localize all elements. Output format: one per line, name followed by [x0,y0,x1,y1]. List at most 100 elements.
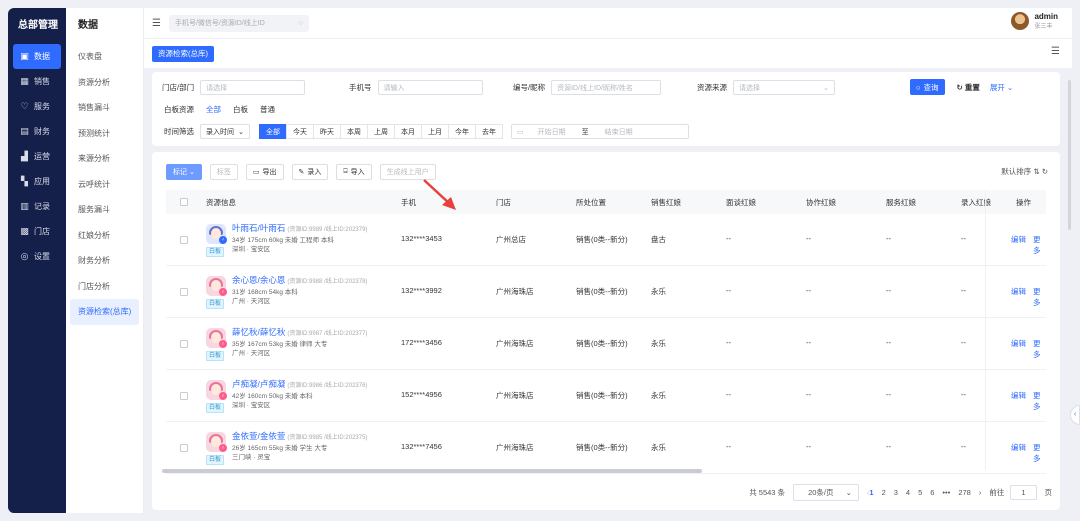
page-ellipsis[interactable]: ••• [942,488,950,497]
nav-item-2[interactable]: ♡ 服务 [13,94,61,119]
next-page-icon[interactable]: › [979,488,982,497]
submenu-item-4[interactable]: 来源分析 [66,146,143,172]
table-row[interactable]: ♂ 白板 叶雨石/叶雨石 (资源ID:9989 /线上ID:202379) 34岁 17… [166,214,1046,266]
page-number[interactable]: 6 [930,488,934,497]
nav-item-0[interactable]: ▣ 数据 [13,44,61,69]
submenu-item-6[interactable]: 服务漏斗 [66,197,143,223]
more-link[interactable]: 更多 [1033,234,1046,256]
page-number[interactable]: 278 [958,488,971,497]
nav-item-7[interactable]: ▩ 门店 [13,219,61,244]
profile-name-link[interactable]: 叶雨石/叶雨石 (资源ID:9989 /线上ID:202379) [232,222,367,234]
nav-item-3[interactable]: ▤ 财务 [13,119,61,144]
row-checkbox[interactable] [180,392,188,400]
row-checkbox[interactable] [180,444,188,452]
edit-link[interactable]: 编辑 [1011,338,1026,349]
time-range-option-7[interactable]: 今年 [448,124,476,139]
time-range-option-1[interactable]: 今天 [286,124,314,139]
user-menu[interactable]: admin 张三丰 [1011,12,1058,30]
board-option-all[interactable]: 全部 [200,104,227,115]
reset-button[interactable]: ↻ 重置 [951,79,986,95]
time-range-option-6[interactable]: 上月 [421,124,449,139]
row-checkbox[interactable] [180,288,188,296]
page-number[interactable]: 4 [906,488,910,497]
tag-button[interactable]: 标签 [209,164,238,180]
source-select[interactable]: 请选择 ⌄ [733,80,835,95]
row-checkbox[interactable] [180,340,188,348]
search-icon[interactable]: ○ [299,20,303,27]
nav-item-5[interactable]: ▚ 应用 [13,169,61,194]
submenu-item-1[interactable]: 资源分析 [66,70,143,96]
time-range-option-5[interactable]: 本月 [394,124,422,139]
profile-name-link[interactable]: 卢痴凝/卢痴凝 (资源ID:9986 /线上ID:202376) [232,378,367,390]
menu-toggle-icon[interactable]: ☰ [152,18,161,29]
time-range-option-8[interactable]: 去年 [475,124,503,139]
code-field[interactable]: 资源ID/线上ID/昵称/姓名 [551,80,662,95]
avatar[interactable] [1011,12,1030,30]
sort-control[interactable]: 默认排序 ⇅ ↻ [1001,166,1048,177]
page-size-select[interactable]: 20条/页 ⌄ [793,484,859,501]
goto-label: 前往 [989,488,1005,497]
row-checkbox[interactable] [180,236,188,244]
vertical-scrollbar[interactable] [1068,80,1071,230]
more-link[interactable]: 更多 [1033,338,1046,360]
export-button[interactable]: ▭ 导出 [245,164,284,180]
edit-link[interactable]: 编辑 [1011,286,1026,297]
page-number[interactable]: 5 [918,488,922,497]
submenu-item-10[interactable]: 资源检索(总库) [70,299,139,325]
select-all-checkbox[interactable] [180,198,188,206]
time-type-select[interactable]: 录入时间 ⌄ [200,124,250,139]
time-range-option-4[interactable]: 上周 [367,124,395,139]
submenu-item-8[interactable]: 财务分析 [66,248,143,274]
edit-icon: ✎ [298,169,305,176]
nav-item-6[interactable]: ▥ 记录 [13,194,61,219]
nav-item-4[interactable]: ▟ 运营 [13,144,61,169]
edit-link[interactable]: 编辑 [1011,390,1026,401]
edit-link[interactable]: 编辑 [1011,442,1026,453]
nav-item-8[interactable]: ◎ 设置 [13,244,61,269]
time-range-option-3[interactable]: 本周 [340,124,368,139]
phone-field[interactable]: 请输入 [377,80,483,95]
mark-button[interactable]: 标记 ⌄ [166,164,202,180]
submenu-item-5[interactable]: 云呼统计 [66,172,143,198]
edit-link[interactable]: 编辑 [1011,234,1026,245]
store-select[interactable]: 请选择 [200,80,306,95]
table-row[interactable]: ♀ 白板 金依萱/金依萱 (资源ID:9985 /线上ID:202375) 26岁 16… [166,422,1046,474]
generate-label: 生成线上用户 [386,169,429,176]
submenu-item-0[interactable]: 仪表盘 [66,44,143,70]
submenu-item-2[interactable]: 销售漏斗 [66,95,143,121]
submenu-item-3[interactable]: 预测统计 [66,121,143,147]
more-link[interactable]: 更多 [1033,390,1046,412]
cell-service: -- [886,338,891,347]
more-link[interactable]: 更多 [1033,442,1046,464]
board-option-normal[interactable]: 普通 [254,104,281,115]
side-collapse-handle[interactable]: ‹ [1070,405,1080,425]
time-range-option-2[interactable]: 昨天 [313,124,341,139]
page-number[interactable]: 2 [882,488,886,497]
more-link[interactable]: 更多 [1033,286,1046,308]
page-number[interactable]: 1 [869,488,873,497]
date-range-picker[interactable]: ▭ 开始日期 至 结束日期 [511,124,689,139]
query-button[interactable]: ○ 查询 [910,79,945,95]
goto-page-input[interactable]: 1 [1010,485,1037,500]
submenu-item-9[interactable]: 门店分析 [66,274,143,300]
profile-name-link[interactable]: 薛忆秋/薛忆秋 (资源ID:9987 /线上ID:202377) [232,326,367,338]
cell-interview: -- [726,442,731,451]
table-row[interactable]: ♀ 白板 余心恩/余心恩 (资源ID:9988 /线上ID:202378) 31岁 16… [166,266,1046,318]
expand-link[interactable]: 展开 ⌄ [990,82,1013,93]
entry-button[interactable]: ✎ 录入 [291,164,329,180]
nav-item-1[interactable]: ▦ 销售 [13,69,61,94]
import-button[interactable]: ⍈ 导入 [336,164,372,180]
submenu-item-7[interactable]: 红娘分析 [66,223,143,249]
refresh-icon[interactable]: ↻ [1042,167,1048,176]
profile-name-link[interactable]: 金依萱/金依萱 (资源ID:9985 /线上ID:202375) [232,430,367,442]
tab-menu-icon[interactable]: ☰ [1051,46,1060,57]
search-input[interactable]: 手机号/微信号/资源ID/线上ID ○ [168,14,309,32]
profile-name-link[interactable]: 余心恩/余心恩 (资源ID:9988 /线上ID:202378) [232,274,367,286]
tab-resource-search[interactable]: 资源检索(总库) [152,46,214,62]
table-row[interactable]: ♀ 白板 卢痴凝/卢痴凝 (资源ID:9986 /线上ID:202376) 42岁 16… [166,370,1046,422]
board-option-whiteboard[interactable]: 白板 [227,104,254,115]
time-range-option-0[interactable]: 全部 [259,124,287,139]
table-row[interactable]: ♀ 白板 薛忆秋/薛忆秋 (资源ID:9987 /线上ID:202377) 35岁 16… [166,318,1046,370]
page-number[interactable]: 3 [894,488,898,497]
horizontal-scrollbar[interactable] [162,469,702,473]
